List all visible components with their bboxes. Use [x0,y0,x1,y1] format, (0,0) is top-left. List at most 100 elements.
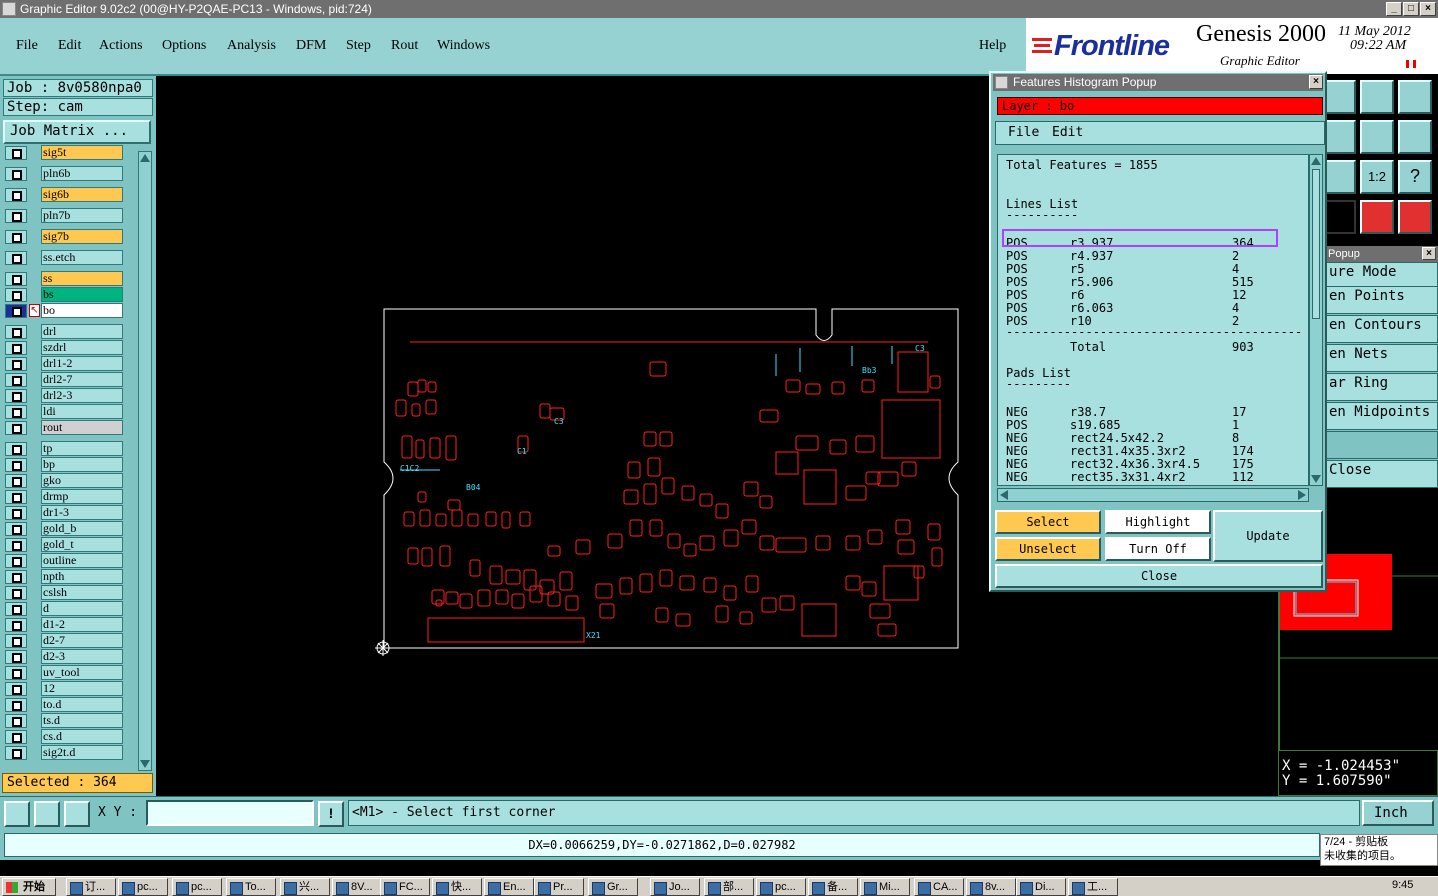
layer-checkbox[interactable] [5,746,27,760]
taskbar-item[interactable]: 订... [66,878,116,896]
unit-selector[interactable]: Inch [1362,800,1434,826]
layer-checkbox[interactable] [5,304,27,318]
start-button[interactable]: 开始 [2,878,56,896]
layer-name[interactable]: cs.d [41,729,123,744]
alert-icon[interactable]: ! [318,801,344,827]
layer-name[interactable]: bo [41,303,123,318]
unselect-button[interactable]: Unselect [995,537,1101,561]
highlight-button[interactable]: Highlight [1105,510,1211,534]
taskbar-item[interactable]: FC... [380,878,430,896]
layer-checkbox[interactable] [5,230,27,244]
layer-checkbox[interactable] [5,698,27,712]
layer-name[interactable]: gold_t [41,537,123,552]
taskbar-item[interactable]: 8V... [332,878,382,896]
redraw-icon[interactable] [1398,120,1432,154]
layer-name[interactable]: drl2-3 [41,388,123,403]
taskbar-item[interactable]: 备... [808,878,858,896]
midpoints-item[interactable]: en Midpoints [1326,402,1438,430]
taskbar-item[interactable]: En... [484,878,534,896]
layer-checkbox[interactable] [5,506,27,520]
layer-name[interactable]: pln6b [41,166,123,181]
layer-name[interactable]: to.d [41,697,123,712]
layer-checkbox[interactable] [5,586,27,600]
rpopup-close-icon[interactable]: × [1422,247,1436,260]
window-icon[interactable] [1398,80,1432,114]
zoom-back-icon[interactable] [1360,120,1394,154]
menu-edit[interactable]: Edit [58,38,81,54]
layer-checkbox[interactable] [5,188,27,202]
scale-icon[interactable]: 1:2 [1360,160,1394,194]
list-scroll-left-icon[interactable] [1000,490,1008,500]
layer-checkbox[interactable] [5,474,27,488]
layer-checkbox[interactable] [5,570,27,584]
layer-name[interactable]: gko [41,473,123,488]
popup-close-icon[interactable]: × [1309,75,1323,89]
menu-step[interactable]: Step [346,38,371,54]
layer-name[interactable]: tp [41,441,123,456]
ring-item[interactable]: ar Ring [1326,373,1438,401]
rpopup-close-button[interactable]: Close [1326,460,1438,488]
taskbar-item[interactable]: 工... [1068,878,1118,896]
layer-name[interactable]: bp [41,457,123,472]
update-button[interactable]: Update [1213,510,1323,562]
menu-dfm[interactable]: DFM [296,38,326,54]
layer-name[interactable]: uv_tool [41,665,123,680]
clipboard-notification[interactable]: 7/24 - 剪贴板 未收集的项目。 [1320,834,1438,866]
taskbar-item[interactable]: To... [226,878,276,896]
home-icon[interactable] [1360,80,1394,114]
zoom-in-icon[interactable] [1322,120,1356,154]
menu-file[interactable]: File [16,38,38,54]
layer-name[interactable]: outline [41,553,123,568]
layer-name[interactable]: sig2t.d [41,745,123,760]
layer-checkbox[interactable] [5,405,27,419]
layer-checkbox[interactable] [5,167,27,181]
layer-name[interactable]: drl2-7 [41,372,123,387]
layer-name[interactable]: d1-2 [41,617,123,632]
layer-checkbox[interactable] [5,373,27,387]
taskbar-item[interactable]: 8v... [966,878,1016,896]
taskbar-item[interactable]: Gr... [588,878,638,896]
close-button[interactable]: Close [995,564,1323,588]
layer-name[interactable]: sig7b [41,229,123,244]
taskbar-item[interactable]: pc... [172,878,222,896]
layer-name[interactable]: npth [41,569,123,584]
layer-checkbox[interactable] [5,650,27,664]
net-icon[interactable] [1360,200,1394,234]
taskbar-item[interactable]: 兴... [280,878,330,896]
layer-name[interactable]: pln7b [41,208,123,223]
popup-menu-file[interactable]: File [1008,122,1039,144]
layer-checkbox[interactable] [5,288,27,302]
taskbar-item[interactable]: Di... [1016,878,1066,896]
layer-checkbox[interactable] [5,442,27,456]
popup-menu-edit[interactable]: Edit [1052,122,1083,144]
menu-windows[interactable]: Windows [437,38,490,54]
layer-checkbox[interactable] [5,714,27,728]
layer-name[interactable]: sig5t [41,145,123,160]
close-icon[interactable]: × [1420,2,1436,16]
list-scroll-down-icon[interactable] [1311,475,1321,483]
menu-help[interactable]: Help [979,38,1006,54]
xy-input[interactable] [146,800,314,826]
layer-checkbox[interactable] [5,421,27,435]
layer-name[interactable]: szdrl [41,340,123,355]
layer-name[interactable]: ss.etch [41,250,123,265]
layer-name[interactable]: sig6b [41,187,123,202]
layer-checkbox[interactable] [5,209,27,223]
layer-name[interactable]: drl [41,324,123,339]
pan-icon[interactable] [1322,160,1356,194]
contours-item[interactable]: en Contours [1326,315,1438,343]
list-horizontal-scrollbar[interactable] [997,488,1309,502]
resize-icon[interactable] [4,801,30,827]
layer-checkbox[interactable] [5,666,27,680]
scroll-down-icon[interactable] [140,760,150,768]
layer-name[interactable]: gold_b [41,521,123,536]
menu-options[interactable]: Options [162,38,206,54]
job-matrix-button[interactable]: Job Matrix ... [3,120,151,144]
taskbar-item[interactable]: Pr... [534,878,584,896]
layer-checkbox[interactable] [5,357,27,371]
grid-icon[interactable] [64,801,90,827]
layer-checkbox[interactable] [5,341,27,355]
menu-rout[interactable]: Rout [391,38,418,54]
list-scroll-up-icon[interactable] [1311,157,1321,165]
layer-name[interactable]: d [41,601,123,616]
